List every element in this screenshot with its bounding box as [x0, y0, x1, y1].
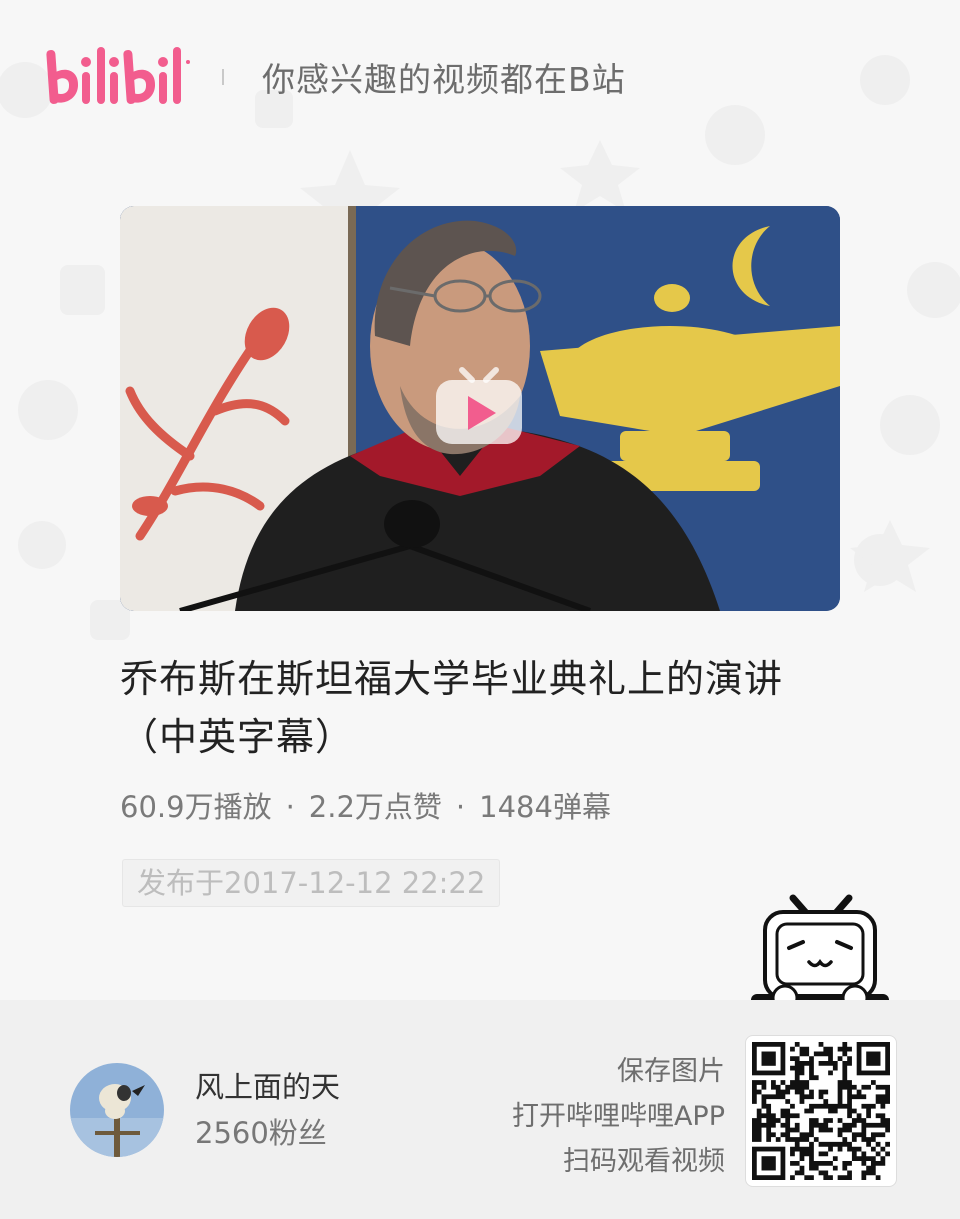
header: 你感兴趣的视频都在B站 — [45, 42, 626, 112]
cta-open-app: 打开哔哩哔哩APP — [511, 1101, 725, 1132]
cta-scan-to-watch: 扫码观看视频 — [563, 1146, 725, 1177]
slogan: 你感兴趣的视频都在B站 — [262, 60, 626, 99]
publish-date: 发布于2017-12-12 22:22 — [122, 859, 501, 907]
uploader-name[interactable]: 风上面的天 — [195, 1064, 340, 1106]
video-cover[interactable] — [120, 206, 840, 611]
stats-separator: · — [285, 790, 295, 824]
app-cta: 保存图片 打开哔哩哔哩APP 扫码观看视频 — [512, 1049, 725, 1184]
danmaku-count: 1484弹幕 — [479, 790, 611, 824]
like-count: 2.2万点赞 — [308, 790, 442, 824]
avatar-image — [70, 1063, 164, 1157]
play-count: 60.9万播放 — [120, 790, 272, 824]
qr-code-icon — [752, 1042, 890, 1180]
fan-count: 2560粉丝 — [195, 1116, 327, 1150]
bilibili-logo — [46, 47, 190, 104]
bilibili-tv-mascot-icon — [751, 894, 889, 1014]
video-stats: 60.9万播放 · 2.2万点赞 · 1484弹幕 — [120, 784, 611, 826]
tv-play-icon[interactable] — [436, 366, 522, 444]
stats-separator: · — [455, 790, 466, 824]
video-title: 乔布斯在斯坦福大学毕业典礼上的演讲（中英字幕） — [120, 657, 784, 759]
header-divider — [222, 69, 224, 85]
cta-save-image: 保存图片 — [617, 1056, 725, 1087]
uploader-avatar[interactable] — [70, 1063, 164, 1157]
qr-code[interactable] — [745, 1035, 897, 1187]
